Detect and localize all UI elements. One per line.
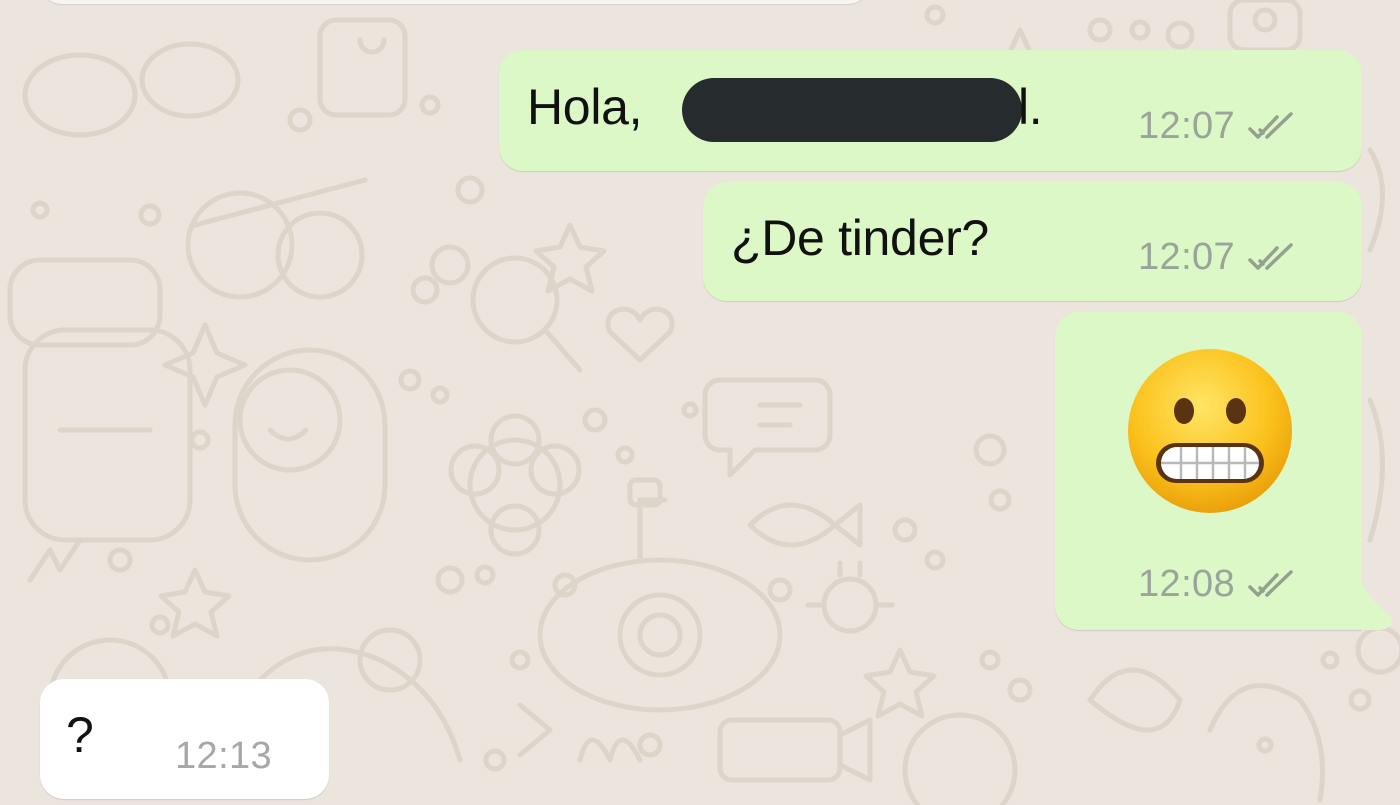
grimacing-face-emoji	[1128, 349, 1292, 513]
message-text: ?	[66, 707, 94, 763]
message-text-end: l.	[1018, 79, 1043, 135]
message-meta: 12:07	[1138, 105, 1301, 148]
previous-message-bubble-edge	[40, 0, 870, 4]
message-text: ¿De tinder?	[731, 210, 989, 266]
bubble-tail	[1360, 580, 1392, 630]
message-time: 12:13	[175, 735, 273, 777]
redacted-text-block	[682, 78, 1022, 142]
double-check-icon	[1248, 111, 1293, 139]
message-time: 12:08	[1138, 563, 1236, 605]
message-text-start: Hola,	[527, 79, 643, 135]
message-meta: 12:13	[175, 735, 272, 778]
message-time: 12:07	[1138, 236, 1236, 278]
message-meta: 12:08	[1138, 563, 1301, 606]
double-check-icon	[1248, 242, 1293, 270]
message-time: 12:07	[1138, 105, 1236, 147]
double-check-icon	[1248, 569, 1293, 597]
message-meta: 12:07	[1138, 236, 1301, 279]
